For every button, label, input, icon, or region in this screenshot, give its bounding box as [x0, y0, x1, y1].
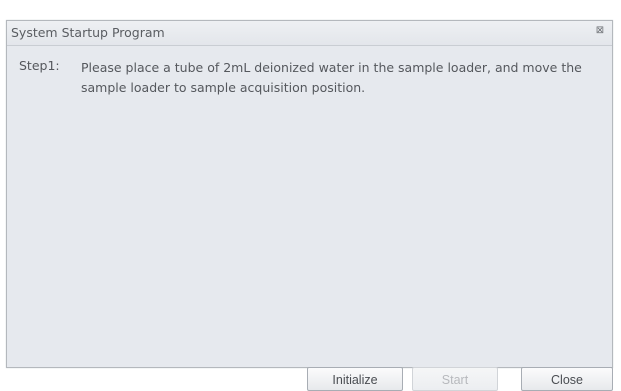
- initialize-button[interactable]: Initialize: [307, 367, 403, 391]
- close-button[interactable]: Close: [521, 367, 613, 391]
- step-instruction: Please place a tube of 2mL deionized wat…: [81, 60, 582, 95]
- dialog-titlebar[interactable]: System Startup Program ⊠: [7, 21, 612, 46]
- close-icon[interactable]: ⊠: [594, 25, 606, 37]
- dialog-content: Step1: Please place a tube of 2mL deioni…: [7, 46, 613, 391]
- step-label: Step1:: [19, 58, 60, 73]
- dialog-title: System Startup Program: [11, 25, 165, 40]
- start-button[interactable]: Start: [412, 367, 498, 391]
- startup-dialog: System Startup Program ⊠ Step1: Please p…: [6, 20, 613, 391]
